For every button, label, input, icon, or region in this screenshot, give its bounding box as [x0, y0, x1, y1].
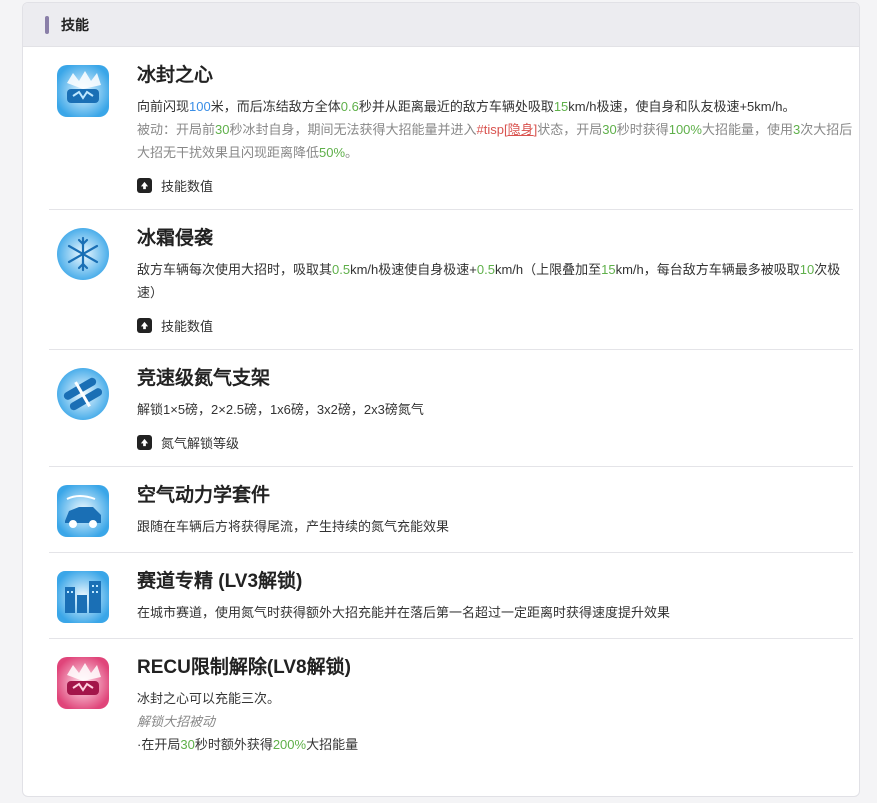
skill-item: 竞速级氮气支架 解锁1×5磅，2×2.5磅，1x6磅，3x2磅，2x3磅氮气 氮…	[49, 350, 853, 467]
skill-name: 空气动力学套件	[137, 485, 271, 506]
skill-name: RECU限制解除(LV8解锁)	[137, 657, 351, 678]
skill-values-toggle[interactable]: 技能数值	[137, 176, 853, 195]
skill-name: 冰封之心	[137, 65, 214, 86]
skill-description: 解锁1×5磅，2×2.5磅，1x6磅，3x2磅，2x3磅氮气	[137, 402, 424, 417]
arrow-up-icon	[137, 178, 152, 193]
skill-name: 竞速级氮气支架	[137, 368, 271, 389]
skill-passive: 被动：开局前30秒冰封自身，期间无法获得大招能量并进入#tisp[隐身]状态，开…	[137, 122, 853, 160]
toggle-label: 技能数值	[161, 179, 214, 194]
skill-extra: ·在开局30秒时额外获得200%大招能量	[137, 737, 359, 752]
skill-description: 向前闪现100米，而后冻结敌方全体0.6秒并从距离最近的敌方车辆处吸取15km/…	[137, 99, 796, 114]
arrow-up-icon	[137, 435, 152, 450]
snowflake-icon	[57, 228, 109, 280]
skill-item: 冰霜侵袭 敌方车辆每次使用大招时，吸取其0.5km/h极速使自身极速+0.5km…	[49, 210, 853, 350]
nitro-level-toggle[interactable]: 氮气解锁等级	[137, 433, 853, 452]
frozen-heart-icon	[57, 65, 109, 117]
skill-name: 冰霜侵袭	[137, 228, 214, 249]
skill-item: 冰封之心 向前闪现100米，而后冻结敌方全体0.6秒并从距离最近的敌方车辆处吸取…	[49, 47, 853, 210]
skill-item: 空气动力学套件 跟随在车辆后方将获得尾流，产生持续的氮气充能效果	[49, 467, 853, 553]
skill-item: RECU限制解除(LV8解锁) 冰封之心可以充能三次。 解锁大招被动 ·在开局3…	[49, 639, 853, 770]
arrow-up-icon	[137, 318, 152, 333]
city-track-icon	[57, 571, 109, 623]
skill-name: 赛道专精 (LV3解锁)	[137, 571, 303, 592]
frozen-heart-pink-icon	[57, 657, 109, 709]
skill-item: 赛道专精 (LV3解锁) 在城市赛道，使用氮气时获得额外大招充能并在落后第一名超…	[49, 553, 853, 639]
section-header: 技能	[23, 3, 859, 47]
toggle-label: 氮气解锁等级	[161, 436, 240, 451]
car-wind-icon	[57, 485, 109, 537]
section-accent-bar	[45, 15, 49, 34]
nitro-tank-icon	[57, 368, 109, 420]
section-title: 技能	[61, 16, 89, 33]
skill-description: 在城市赛道，使用氮气时获得额外大招充能并在落后第一名超过一定距离时获得速度提升效…	[137, 605, 671, 620]
skill-description: 冰封之心可以充能三次。	[137, 691, 281, 706]
toggle-label: 技能数值	[161, 319, 214, 334]
skill-description: 跟随在车辆后方将获得尾流，产生持续的氮气充能效果	[137, 519, 450, 534]
skill-values-toggle[interactable]: 技能数值	[137, 316, 853, 335]
skill-description: 敌方车辆每次使用大招时，吸取其0.5km/h极速使自身极速+0.5km/h（上限…	[137, 262, 841, 300]
stealth-link[interactable]: 隐身	[508, 122, 534, 137]
skill-subtitle: 解锁大招被动	[137, 714, 216, 729]
skills-panel: 技能 冰封之心 向前闪现100米，而后冻结敌方全体0.6秒并从距离最近的敌方车辆…	[22, 2, 860, 797]
